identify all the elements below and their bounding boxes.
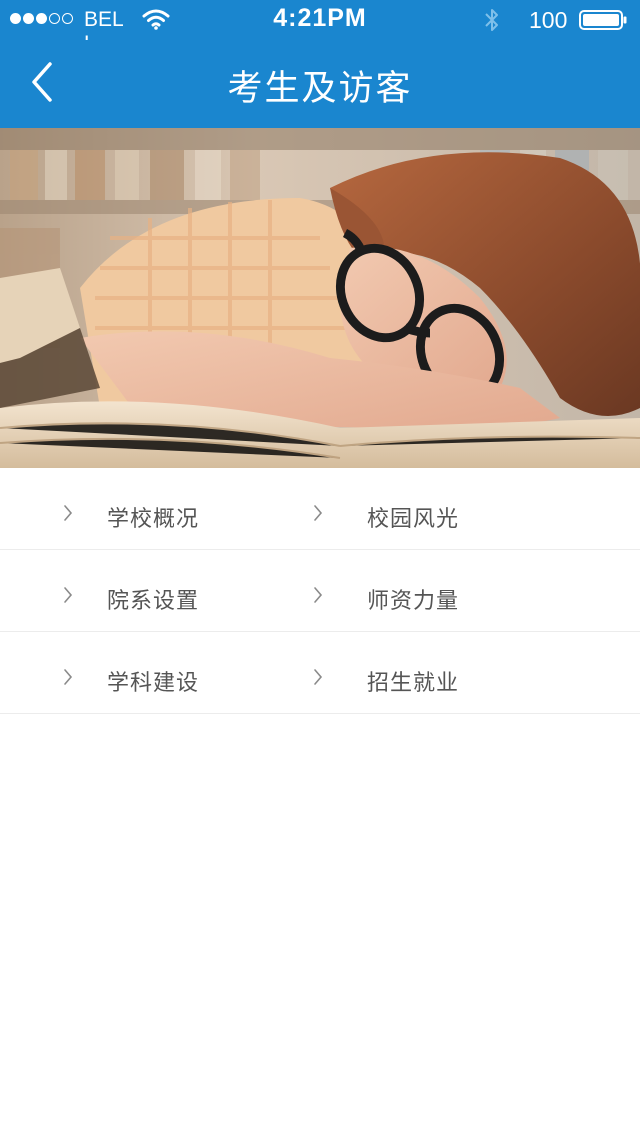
navigation-bar: 考生及访客 — [0, 40, 640, 128]
hero-banner-image — [0, 128, 640, 468]
menu-grid: 学校概况 校园风光 院系设置 师资力量 学科建设 招生就业 — [0, 468, 640, 714]
chevron-right-icon — [314, 587, 323, 603]
app-screen: BELL 4:21PM 100 考生及访客 — [0, 0, 640, 1136]
bluetooth-icon — [485, 9, 498, 31]
menu-item-label: 招生就业 — [367, 671, 460, 696]
menu-item-departments[interactable]: 院系设置 — [62, 550, 322, 632]
menu-item-label: 师资力量 — [367, 589, 460, 614]
battery-percent: 100 — [529, 7, 568, 33]
menu-item-school-overview[interactable]: 学校概况 — [62, 468, 322, 550]
page-title: 考生及访客 — [227, 69, 413, 109]
menu-item-label: 校园风光 — [367, 507, 460, 532]
status-bar: BELL 4:21PM 100 — [0, 0, 640, 55]
menu-item-admissions-employment[interactable]: 招生就业 — [312, 632, 572, 714]
menu-row: 学科建设 招生就业 — [0, 632, 640, 714]
menu-row: 学校概况 校园风光 — [0, 468, 640, 550]
battery-icon — [579, 10, 627, 30]
menu-item-label: 学校概况 — [107, 507, 200, 532]
menu-item-label: 院系设置 — [107, 589, 200, 614]
chevron-right-icon — [64, 669, 73, 685]
menu-row: 院系设置 师资力量 — [0, 550, 640, 632]
chevron-right-icon — [314, 505, 323, 521]
menu-item-disciplines[interactable]: 学科建设 — [62, 632, 322, 714]
menu-item-label: 学科建设 — [107, 671, 200, 696]
chevron-right-icon — [314, 669, 323, 685]
chevron-right-icon — [64, 587, 73, 603]
menu-item-faculty[interactable]: 师资力量 — [312, 550, 572, 632]
menu-item-campus-scenery[interactable]: 校园风光 — [312, 468, 572, 550]
chevron-right-icon — [64, 505, 73, 521]
